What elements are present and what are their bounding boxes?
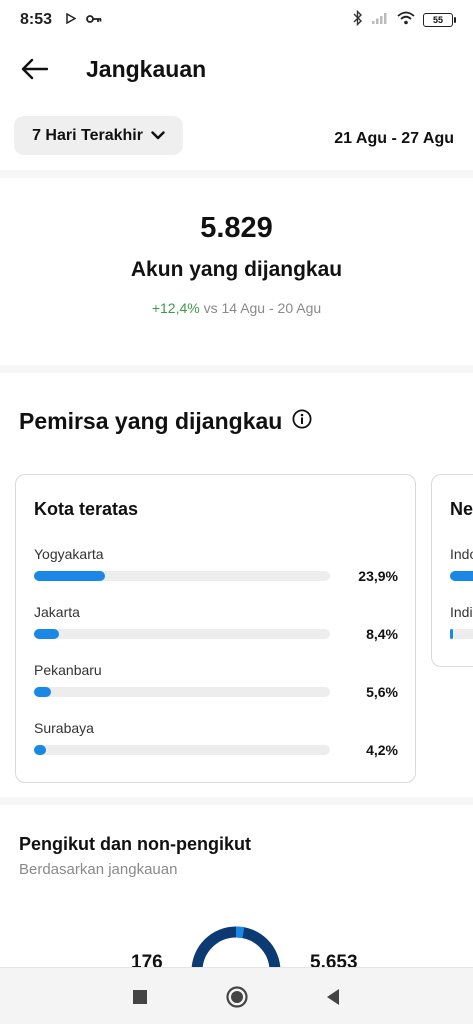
period-row: 7 Hari Terakhir 21 Agu - 27 Agu — [0, 116, 473, 156]
status-bar: 8:53 55 — [0, 0, 473, 40]
city-percent: 23,9% — [358, 568, 398, 584]
country-row: Indo — [450, 546, 473, 581]
page-title: Jangkauan — [86, 55, 207, 82]
reach-compare-period: vs 14 Agu - 20 Agu — [199, 300, 322, 316]
system-nav-bar — [0, 967, 473, 1024]
info-icon[interactable] — [292, 409, 312, 434]
followers-donut-chart — [191, 926, 281, 970]
bar-fill — [34, 571, 105, 581]
bluetooth-icon — [353, 9, 363, 31]
chevron-down-icon — [151, 131, 165, 140]
arrow-left-icon — [21, 58, 48, 80]
country-name: Indo — [450, 546, 473, 562]
city-row: Surabaya 4,2% — [34, 720, 398, 760]
card-title: Kota teratas — [34, 499, 139, 519]
back-nav-button[interactable] — [320, 984, 346, 1010]
bar-track — [34, 629, 330, 639]
city-name: Surabaya — [34, 720, 94, 736]
audience-cards[interactable]: Kota teratas Yogyakarta 23,9% Jakarta 8,… — [0, 474, 473, 786]
signal-icon — [371, 11, 389, 30]
play-icon — [66, 11, 77, 29]
bar-track — [34, 687, 330, 697]
city-name: Pekanbaru — [34, 662, 102, 678]
status-right-icons: 55 — [353, 9, 456, 31]
square-icon — [133, 990, 147, 1004]
back-button[interactable] — [18, 53, 50, 85]
bar-fill — [34, 745, 47, 755]
top-countries-card: Ne Indo Indi — [431, 474, 473, 667]
header: Jangkauan — [0, 44, 473, 94]
audience-section-header: Pemirsa yang dijangkau — [19, 408, 312, 435]
followers-title: Pengikut dan non-pengikut — [19, 834, 251, 854]
status-time: 8:53 — [20, 11, 53, 28]
city-percent: 4,2% — [366, 742, 398, 758]
period-selected-label: 7 Hari Terakhir — [32, 126, 143, 144]
home-button[interactable] — [224, 984, 250, 1010]
reach-label: Akun yang dijangkau — [130, 258, 343, 281]
date-range: 21 Agu - 27 Agu — [334, 130, 454, 147]
city-row: Pekanbaru 5,6% — [34, 662, 398, 702]
bar-fill — [34, 687, 51, 697]
city-row: Yogyakarta 23,9% — [34, 546, 398, 586]
battery-icon: 55 — [423, 13, 456, 27]
wifi-icon — [397, 11, 415, 30]
reach-value: 5.829 — [200, 212, 273, 244]
city-percent: 8,4% — [366, 626, 398, 642]
triangle-back-icon — [327, 989, 339, 1005]
circle-icon — [226, 986, 248, 1008]
key-icon — [86, 11, 102, 29]
period-dropdown[interactable]: 7 Hari Terakhir — [14, 116, 183, 155]
reach-summary: 5.829 Akun yang dijangkau +12,4% vs 14 A… — [0, 196, 473, 316]
reach-comparison: +12,4% vs 14 Agu - 20 Agu — [0, 300, 473, 316]
bar-track — [34, 571, 330, 581]
recent-apps-button[interactable] — [127, 984, 153, 1010]
bar-track — [450, 571, 473, 581]
bar-track — [34, 745, 330, 755]
reach-change: +12,4% — [151, 300, 200, 316]
bar-fill — [450, 571, 473, 581]
card-title: Ne — [450, 499, 473, 519]
bar-fill — [34, 629, 59, 639]
country-row: Indi — [450, 604, 473, 639]
city-name: Yogyakarta — [34, 546, 104, 562]
top-cities-card: Kota teratas Yogyakarta 23,9% Jakarta 8,… — [15, 474, 416, 783]
bar-track — [450, 629, 473, 639]
followers-donut-area: 176 5.653 — [0, 920, 473, 970]
audience-title: Pemirsa yang dijangkau — [19, 408, 283, 434]
section-divider — [0, 797, 473, 805]
section-divider — [0, 170, 473, 178]
section-divider — [0, 365, 473, 373]
city-percent: 5,6% — [366, 684, 398, 700]
followers-section: Pengikut dan non-pengikut Berdasarkan ja… — [19, 834, 251, 878]
followers-subtitle: Berdasarkan jangkauan — [19, 861, 178, 878]
non-followers-arc — [191, 926, 281, 970]
bar-fill — [450, 629, 454, 639]
city-name: Jakarta — [34, 604, 80, 620]
city-row: Jakarta 8,4% — [34, 604, 398, 644]
country-name: Indi — [450, 604, 473, 620]
status-left-icons — [66, 11, 102, 29]
